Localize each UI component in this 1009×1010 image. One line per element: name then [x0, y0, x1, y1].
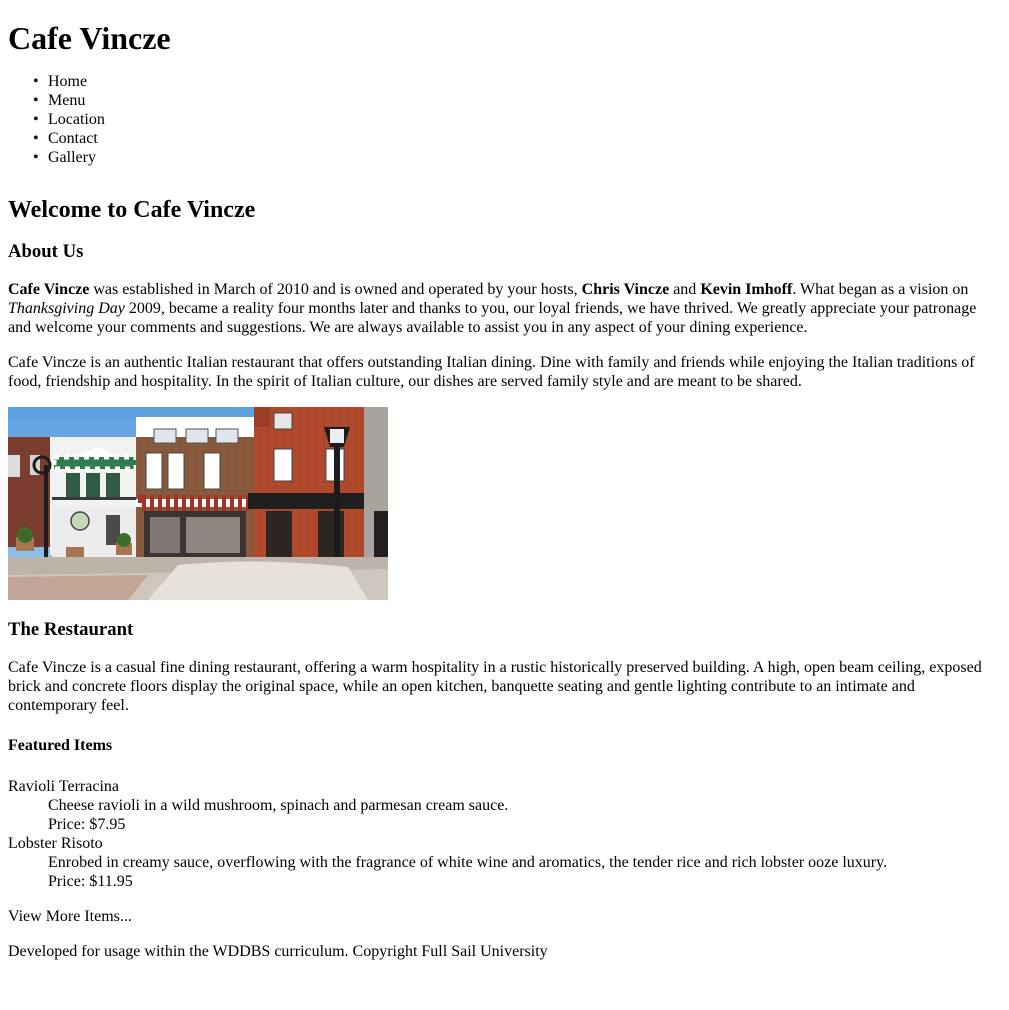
featured-item-price: Price: $11.95	[48, 873, 133, 890]
about-text: . What began as a vision on	[792, 281, 969, 298]
nav-item-contact[interactable]: • Contact	[33, 129, 1001, 148]
nav-item-label[interactable]: Gallery	[48, 149, 96, 166]
bullet-icon: •	[33, 73, 39, 90]
featured-heading: Featured Items	[8, 737, 113, 754]
about-text: and	[669, 281, 701, 298]
nav-item-gallery[interactable]: • Gallery	[33, 148, 1001, 167]
view-more-paragraph: View More Items...	[8, 907, 1001, 926]
site-title: Cafe Vincze	[8, 20, 171, 56]
about-paragraph: Cafe Vincze was established in March of …	[8, 280, 1001, 337]
page-heading: Welcome to Cafe Vincze	[8, 197, 256, 223]
bullet-icon: •	[33, 149, 39, 166]
footer-text: Developed for usage within the WDDBS cur…	[8, 943, 548, 960]
featured-list: Ravioli Terracina Cheese ravioli in a wi…	[8, 777, 1001, 891]
bullet-icon: •	[33, 111, 39, 128]
featured-item-name: Ravioli Terracina	[8, 778, 119, 795]
bullet-icon: •	[33, 130, 39, 147]
host-name: Kevin Imhoff	[700, 281, 793, 298]
host-name: Chris Vincze	[581, 281, 670, 298]
nav-item-label[interactable]: Location	[48, 111, 105, 128]
nav-item-label[interactable]: Home	[48, 73, 87, 90]
view-more-link[interactable]: View More Items...	[8, 908, 132, 925]
main-nav: • Home • Menu • Location • Contact • Gallery	[8, 72, 1001, 167]
holiday-name: Thanksgiving Day	[8, 300, 125, 317]
featured-item-description: Cheese ravioli in a wild mushroom, spina…	[48, 797, 509, 814]
featured-item-name: Lobster Risoto	[8, 835, 103, 852]
about-text: was established in March of 2010 and is …	[89, 281, 582, 298]
nav-item-location[interactable]: • Location	[33, 110, 1001, 129]
nav-item-menu[interactable]: • Menu	[33, 91, 1001, 110]
about-heading: About Us	[8, 241, 84, 262]
nav-item-home[interactable]: • Home	[33, 72, 1001, 91]
restaurant-photo	[8, 407, 388, 600]
featured-item-description: Enrobed in creamy sauce, overflowing wit…	[48, 854, 888, 871]
bullet-icon: •	[33, 92, 39, 109]
featured-item-price: Price: $7.95	[48, 816, 126, 833]
nav-item-label[interactable]: Menu	[48, 92, 85, 109]
about-text: 2009, became a reality four months later…	[8, 300, 977, 336]
restaurant-name: Cafe Vincze	[8, 281, 90, 298]
restaurant-heading: The Restaurant	[8, 619, 134, 640]
about-paragraph-2: Cafe Vincze is an authentic Italian rest…	[8, 354, 975, 390]
restaurant-paragraph: Cafe Vincze is a casual fine dining rest…	[8, 659, 982, 714]
nav-item-label[interactable]: Contact	[48, 130, 98, 147]
